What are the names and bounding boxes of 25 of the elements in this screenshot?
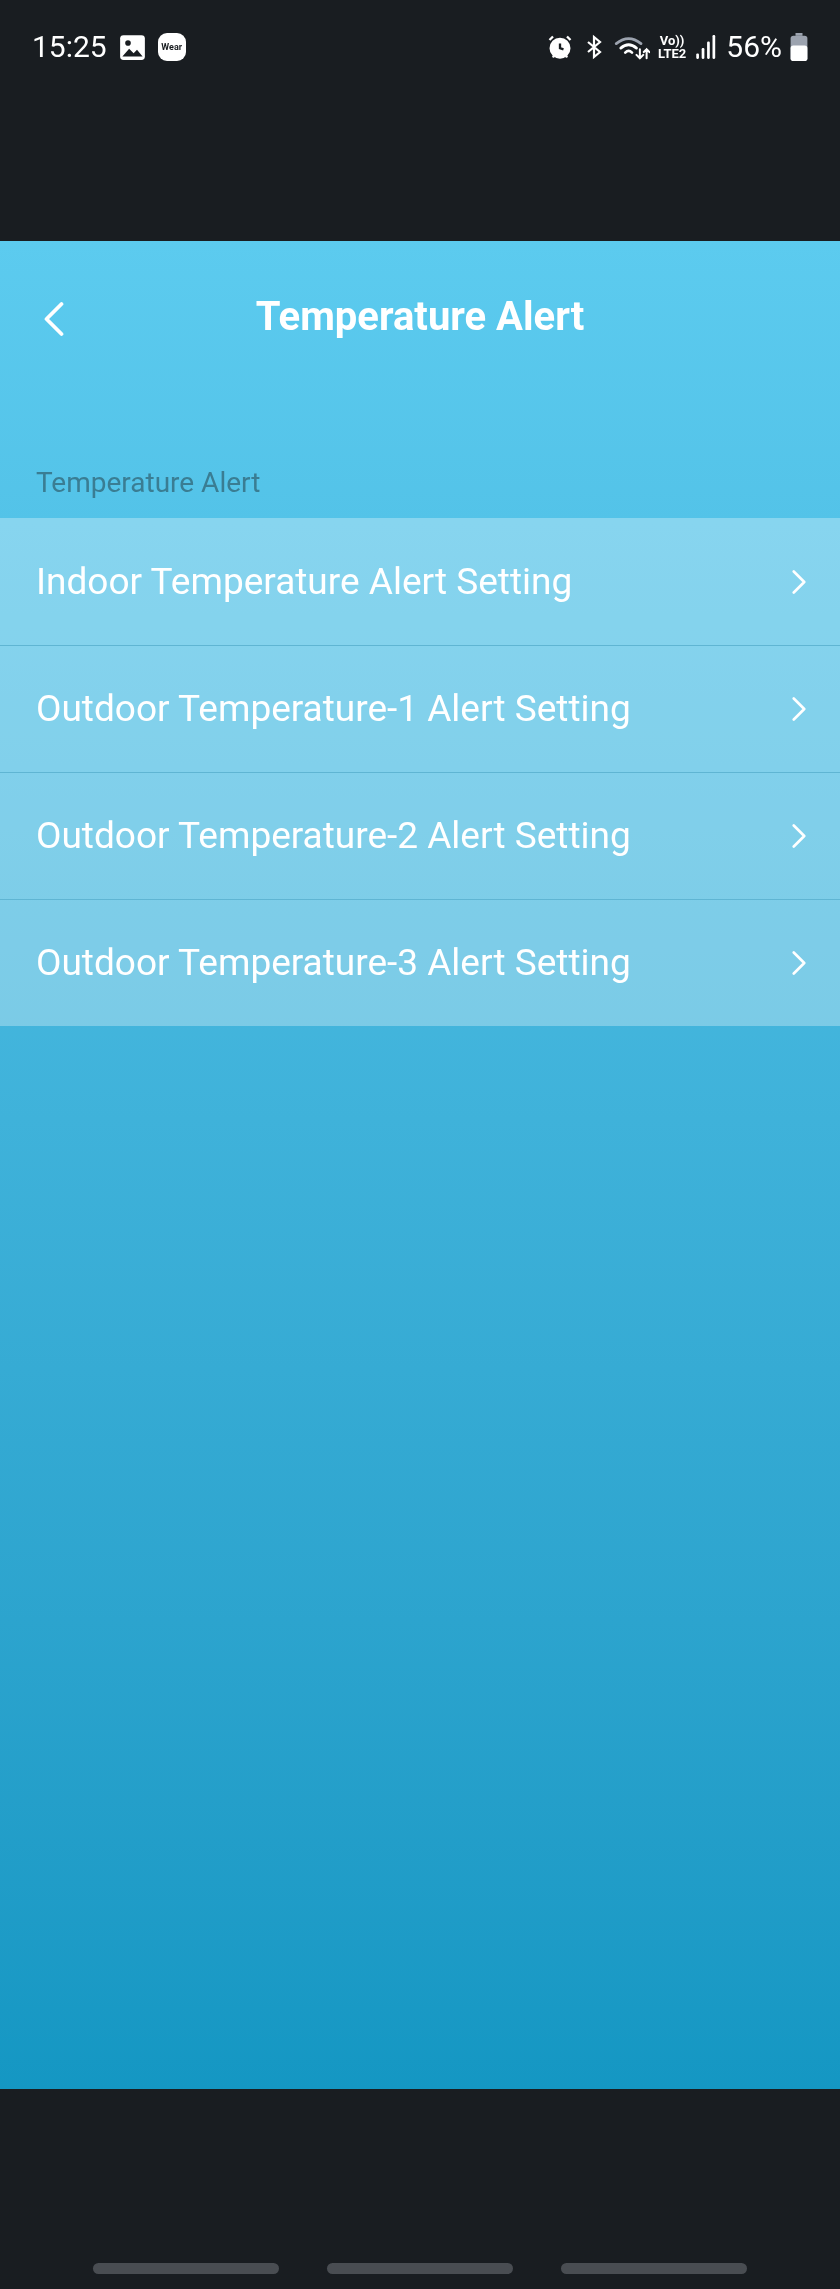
back-icon — [44, 300, 64, 338]
row-label: Outdoor Temperature-2 Alert Setting — [36, 813, 631, 860]
chevron-right-icon — [792, 568, 806, 595]
app-badge: Wear — [157, 33, 186, 61]
settings-row[interactable]: Outdoor Temperature-3 Alert Setting — [0, 899, 840, 1026]
chevron-right-icon — [792, 823, 806, 849]
battery-percent: 56% — [726, 32, 782, 62]
row-label: Outdoor Temperature-3 Alert Setting — [36, 940, 631, 987]
status-time: 15:25 — [32, 32, 107, 62]
settings-row[interactable]: Outdoor Temperature-2 Alert Setting — [0, 772, 840, 899]
chevron-right-icon — [792, 950, 806, 976]
row-label: Indoor Temperature Alert Setting — [36, 558, 573, 605]
section-label: Temperature Alert — [36, 465, 261, 501]
settings-row[interactable]: Outdoor Temperature-1 Alert Setting — [0, 645, 840, 772]
row-label: Outdoor Temperature-1 Alert Setting — [36, 686, 631, 733]
nav-bar-handle[interactable] — [561, 2263, 747, 2274]
gallery-icon — [118, 33, 146, 61]
page-title: Temperature Alert — [255, 292, 585, 342]
chevron-right-icon — [792, 696, 806, 722]
battery-icon — [790, 33, 808, 61]
nav-bar-handle[interactable] — [327, 2263, 513, 2274]
nav-bar-handle[interactable] — [93, 2263, 279, 2274]
network-label: LTE2 — [657, 47, 687, 60]
settings-row[interactable]: Indoor Temperature Alert Setting — [0, 518, 840, 645]
volte-label: Vo)) — [659, 34, 685, 47]
